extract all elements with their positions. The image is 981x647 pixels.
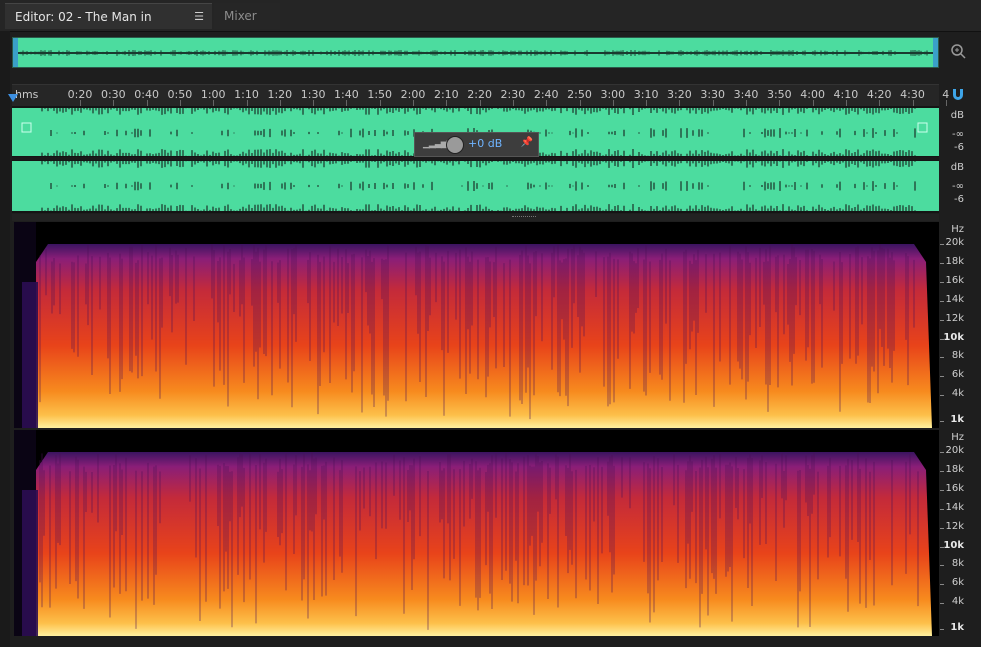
frequency-label: 10k	[943, 540, 964, 551]
frequency-label: 8k	[951, 350, 964, 361]
overview-end-handle[interactable]	[933, 38, 938, 67]
frequency-label: 18k	[945, 464, 964, 475]
overview-start-handle[interactable]	[13, 38, 18, 67]
frequency-tick	[940, 471, 944, 472]
tab-editor[interactable]: Editor: 02 - The Man in Silver.mp3 ☰	[5, 3, 212, 50]
frequency-tick	[940, 547, 944, 548]
frequency-label: 1k	[950, 414, 964, 425]
tab-mixer-label: Mixer	[224, 9, 257, 23]
frequency-label: 10k	[943, 332, 964, 343]
frequency-tick	[940, 509, 944, 510]
frequency-label: 16k	[945, 275, 964, 286]
frequency-label: 4k	[951, 388, 964, 399]
amplitude-scale: dB -∞ -6 dB -∞ -6	[940, 106, 981, 213]
overview-navigator[interactable]	[12, 37, 939, 68]
frequency-tick	[940, 528, 944, 529]
spectrogram-channel-1[interactable]	[14, 222, 939, 428]
frequency-label: 6k	[951, 369, 964, 380]
amp-ch1-unit: dB	[950, 110, 964, 121]
frequency-tick	[940, 452, 944, 453]
frequency-tick	[940, 263, 944, 264]
panel-divider[interactable]	[12, 214, 939, 221]
frequency-tick	[940, 629, 944, 630]
divider-grip[interactable]	[512, 216, 536, 219]
time-ruler[interactable]: hms 0:20 0:30 0:40 0:50 1:00 1:10 1:20 1:30 1:40…	[12, 84, 949, 107]
frequency-tick	[940, 490, 944, 491]
frequency-unit: Hz	[951, 432, 964, 443]
frequency-unit: Hz	[951, 224, 964, 235]
spectrogram-2-image	[14, 430, 932, 636]
volume-knob[interactable]	[446, 136, 464, 154]
frequency-label: 14k	[945, 502, 964, 513]
tab-menu-icon[interactable]: ☰	[194, 4, 204, 30]
frequency-tick	[940, 376, 944, 377]
frequency-tick	[940, 421, 944, 422]
frequency-label: 12k	[945, 521, 964, 532]
amp-ch2-minus6: -6	[954, 194, 964, 205]
frequency-scale-2: Hz 20k 18k 16k 14k 12k 10k 8k 6k 4k 1k	[940, 430, 981, 636]
frequency-tick	[940, 395, 944, 396]
amp-ch1-inf: -∞	[952, 129, 964, 140]
frequency-label: 4k	[951, 596, 964, 607]
spectrogram-1-image	[14, 222, 932, 428]
frequency-tick	[940, 339, 944, 340]
playhead-marker[interactable]	[8, 94, 18, 102]
pin-icon[interactable]: 📌	[521, 137, 533, 148]
frequency-label: 1k	[950, 622, 964, 633]
frequency-label: 12k	[945, 313, 964, 324]
frequency-label: 16k	[945, 483, 964, 494]
tab-mixer[interactable]: Mixer	[214, 3, 280, 29]
overview-waveform	[13, 50, 938, 56]
frequency-label: 20k	[945, 445, 964, 456]
spectrogram-channel-2[interactable]	[14, 430, 939, 636]
frequency-tick	[940, 603, 944, 604]
waveform-display[interactable]	[12, 106, 939, 213]
frequency-tick	[940, 357, 944, 358]
amp-ch1-minus6: -6	[954, 142, 964, 153]
volume-hud[interactable]: ▁▂▃▅▆ +0 dB 📌	[414, 132, 539, 157]
frequency-label: 20k	[945, 237, 964, 248]
amp-ch2-inf: -∞	[952, 181, 964, 192]
frequency-label: 6k	[951, 577, 964, 588]
frequency-label: 14k	[945, 294, 964, 305]
ruler-unit: hms	[15, 88, 39, 101]
tab-bar: Editor: 02 - The Man in Silver.mp3 ☰ Mix…	[0, 0, 981, 50]
waveform-channels	[12, 108, 939, 211]
frequency-tick	[940, 565, 944, 566]
amp-ch2-unit: dB	[950, 162, 964, 173]
frequency-tick	[940, 584, 944, 585]
frequency-label: 8k	[951, 558, 964, 569]
volume-value[interactable]: +0 dB	[468, 137, 502, 150]
snap-magnet-icon[interactable]	[948, 86, 968, 106]
frequency-tick	[940, 282, 944, 283]
zoom-in-icon[interactable]	[948, 42, 968, 62]
left-panel-edge	[0, 31, 10, 647]
frequency-tick	[940, 244, 944, 245]
frequency-label: 18k	[945, 256, 964, 267]
frequency-tick	[940, 301, 944, 302]
frequency-tick	[940, 320, 944, 321]
frequency-scale-1: Hz 20k 18k 16k 14k 12k 10k 8k 6k 4k 1k	[940, 222, 981, 428]
